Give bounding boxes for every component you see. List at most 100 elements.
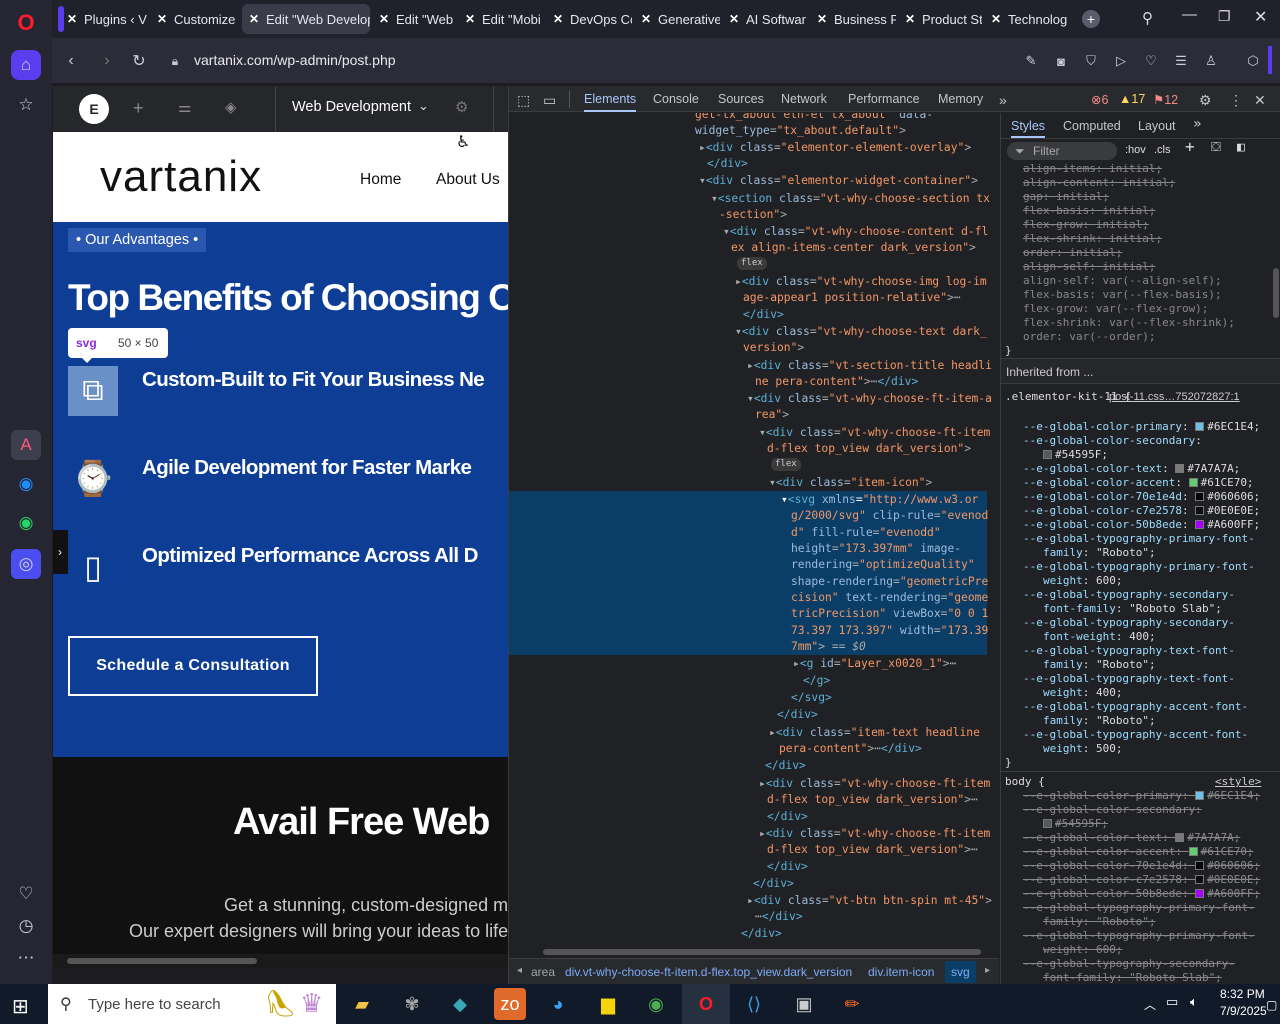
whatsapp-icon[interactable]: ◉ [11, 508, 41, 538]
settings-icon[interactable]: ⚙ [1199, 92, 1212, 109]
tab-layout[interactable]: Layout [1138, 119, 1176, 133]
clock-time[interactable]: 8:32 PM [1220, 987, 1265, 1001]
nav-home[interactable]: Home [360, 171, 401, 189]
tab-network[interactable]: Network [781, 92, 827, 106]
tab-10[interactable]: ✕ Technolog [984, 4, 1072, 34]
history-icon[interactable]: ◷ [11, 911, 41, 941]
kebab-menu-icon[interactable]: ⋮ [1229, 92, 1243, 109]
terminal-icon[interactable]: ▣ [788, 988, 820, 1020]
tab-performance[interactable]: Performance [848, 92, 920, 106]
tab-5[interactable]: ✕ DevOps Cc [546, 4, 632, 34]
issues-count[interactable]: ⚑12 [1153, 92, 1178, 107]
clock-date[interactable]: 7/9/2025 [1220, 1004, 1267, 1018]
new-tab-button[interactable]: + [1082, 10, 1100, 28]
page-name[interactable]: Web Development [292, 99, 411, 115]
lock-icon[interactable]: 🔒︎ [164, 50, 186, 72]
chevron-down-icon[interactable]: ⌄ [418, 98, 429, 114]
rule1-source[interactable]: post-11.css…752072827:1 [1109, 390, 1240, 404]
close-devtools-icon[interactable]: ✕ [1254, 92, 1266, 109]
restore-button[interactable]: ❐ [1218, 8, 1231, 25]
play-icon[interactable]: ▷ [1110, 50, 1132, 72]
elements-tree[interactable]: get-tx_about elh-el tx_about" data- widg… [509, 113, 997, 958]
inspect-icon[interactable]: ⬚ [517, 92, 530, 109]
tab-0[interactable]: ✕ Plugins ‹ V [60, 4, 148, 34]
schedule-consultation-button[interactable]: Schedule a Consultation [68, 636, 318, 696]
back-button[interactable]: ‹ [60, 50, 82, 72]
tab-1[interactable]: ✕ Customize [150, 4, 240, 34]
gear-icon[interactable]: ⚙ [455, 98, 468, 116]
elementor-logo-icon[interactable]: E [79, 94, 109, 124]
app-icon[interactable]: ✏ [836, 988, 868, 1020]
chrome-icon[interactable]: ◉ [640, 988, 672, 1020]
forward-button[interactable]: › [96, 50, 118, 72]
crumb-right-arrow[interactable]: ▸ [985, 965, 990, 976]
site-logo[interactable]: vartanix [100, 152, 262, 202]
tab-2[interactable]: ✕ Edit "Web Develop [242, 4, 370, 34]
tab-console[interactable]: Console [653, 92, 699, 106]
minimize-button[interactable]: — [1182, 6, 1197, 23]
sidebar-toggle-icon[interactable]: ◧ [1237, 141, 1245, 155]
crumb-ft-item[interactable]: div.vt-why-choose-ft-item.d-flex.top_vie… [565, 965, 852, 979]
opera-logo-icon[interactable]: O [11, 8, 41, 38]
crumb-area[interactable]: area [531, 965, 555, 979]
tray-chevron-icon[interactable]: ︿ [1144, 996, 1156, 1013]
filter-input[interactable]: ⏷ Filter [1007, 142, 1117, 160]
elements-hscroll-thumb[interactable] [543, 949, 981, 955]
file-explorer-icon[interactable]: ▰ [346, 988, 378, 1020]
tab-sources[interactable]: Sources [718, 92, 764, 106]
crumb-item-icon[interactable]: div.item-icon [868, 965, 934, 979]
extension-box-icon[interactable]: ⬡ [1242, 50, 1264, 72]
settings-sliders-icon[interactable]: ⚌ [178, 98, 191, 116]
scrollbar-thumb[interactable] [67, 958, 257, 964]
add-element-icon[interactable]: + [133, 98, 144, 119]
warning-count[interactable]: ▲17 [1119, 92, 1145, 106]
add-rule-icon[interactable]: + [1185, 139, 1195, 155]
sticky-notes-icon[interactable]: ▆ [592, 988, 624, 1020]
snapshot-icon[interactable]: ✎ [1020, 50, 1042, 72]
paint-icon[interactable]: ⛋ [1211, 141, 1221, 155]
close-window-button[interactable]: ✕ [1254, 7, 1267, 27]
rule2-source[interactable]: <style> [1215, 775, 1261, 789]
tab-7[interactable]: ✕ AI Softwar [722, 4, 808, 34]
messenger-icon[interactable]: ◉ [11, 469, 41, 499]
vscode-icon[interactable]: ⟨⟩ [738, 988, 770, 1020]
tab-6[interactable]: ✕ Generative [634, 4, 720, 34]
opera-icon[interactable]: O [690, 988, 722, 1020]
network-icon[interactable]: ▭ [1166, 994, 1178, 1010]
error-count[interactable]: ⊗6 [1091, 92, 1108, 107]
tab-4[interactable]: ✕ Edit "Mobi [458, 4, 544, 34]
heart-icon[interactable]: ♡ [11, 879, 41, 909]
menu-icon[interactable]: ☰ [1170, 50, 1192, 72]
shield-icon[interactable]: ⛉ [1080, 50, 1102, 72]
styles-scrollbar-thumb[interactable] [1273, 268, 1279, 318]
panel-toggle-arrow[interactable]: › [53, 530, 68, 574]
taskbar-search[interactable]: ⚲ Type here to search 👠︎ ♛ [48, 984, 336, 1024]
notification-icon[interactable]: ▢ [1266, 998, 1277, 1012]
heart-icon[interactable]: ♡ [1140, 50, 1162, 72]
camera-icon[interactable]: ◙ [1050, 50, 1072, 72]
profile-icon[interactable]: ♙ [1200, 50, 1222, 72]
tab-computed[interactable]: Computed [1063, 119, 1121, 133]
device-toggle-icon[interactable]: ▭ [543, 92, 556, 109]
more-tabs-icon[interactable]: » [999, 92, 1007, 108]
more-icon[interactable]: ⋯ [11, 943, 41, 973]
tab-9[interactable]: ✕ Product St [898, 4, 982, 34]
edge-icon[interactable]: ◕ [542, 988, 574, 1020]
url-field[interactable]: vartanix.com/wp-admin/post.php [194, 52, 396, 68]
windows-start-icon[interactable]: ⊞ [12, 994, 29, 1019]
app-icon[interactable]: ◆ [444, 988, 476, 1020]
zoho-icon[interactable]: zo [494, 988, 526, 1020]
app-icon[interactable]: ✾ [396, 988, 428, 1020]
aria-icon[interactable]: A [11, 430, 41, 460]
nav-about[interactable]: About Us [436, 171, 500, 189]
custom-build-icon[interactable]: ⧉ [68, 366, 118, 416]
tab-3[interactable]: ✕ Edit "Web [372, 4, 456, 34]
tab-elements[interactable]: Elements [584, 92, 637, 112]
home-icon[interactable]: ⌂ [11, 50, 41, 80]
tab-8[interactable]: ✕ Business P [810, 4, 896, 34]
cls-toggle[interactable]: .cls [1154, 143, 1171, 157]
tab-styles[interactable]: Styles [1011, 119, 1046, 138]
star-icon[interactable]: ☆ [11, 90, 41, 120]
horizontal-scrollbar[interactable] [53, 954, 508, 968]
layers-icon[interactable]: ◈ [225, 98, 237, 116]
